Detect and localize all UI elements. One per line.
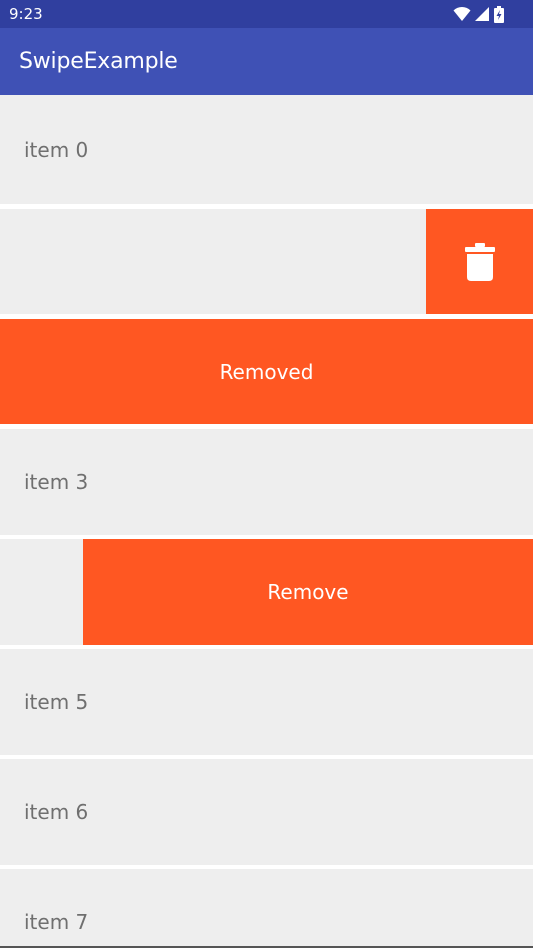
- list-item-label: item 5: [24, 690, 89, 714]
- list-item-2-removed: Removed: [0, 319, 533, 424]
- status-icons: [453, 5, 505, 23]
- status-time: 9:23: [9, 5, 43, 23]
- list-item-3[interactable]: item 3: [0, 429, 533, 535]
- signal-icon: [475, 7, 489, 21]
- removed-label: Removed: [219, 359, 314, 384]
- remove-button[interactable]: Remove: [83, 539, 533, 645]
- status-bar: 9:23: [0, 0, 533, 28]
- list-item-4-swiping[interactable]: Remove: [0, 539, 533, 645]
- trash-icon: [464, 242, 495, 281]
- list-item-7[interactable]: item 7: [0, 869, 533, 948]
- list-item-5[interactable]: item 5: [0, 649, 533, 755]
- app-title: SwipeExample: [19, 49, 178, 74]
- list-item-label: item 6: [24, 800, 89, 824]
- list-item-label: item 7: [24, 910, 89, 934]
- swipe-list[interactable]: item 0 Removed item 3 Remove item 5 item…: [0, 95, 533, 948]
- battery-icon: [494, 5, 504, 23]
- list-item-1-swiped[interactable]: [0, 209, 533, 314]
- list-item-0[interactable]: item 0: [0, 95, 533, 204]
- wifi-icon: [453, 6, 471, 21]
- remove-label: Remove: [267, 580, 349, 604]
- list-item-6[interactable]: item 6: [0, 759, 533, 865]
- list-item-label: item 0: [24, 137, 89, 162]
- list-item-label: item 3: [24, 470, 89, 494]
- app-bar: SwipeExample: [0, 28, 533, 95]
- delete-button[interactable]: [426, 209, 533, 314]
